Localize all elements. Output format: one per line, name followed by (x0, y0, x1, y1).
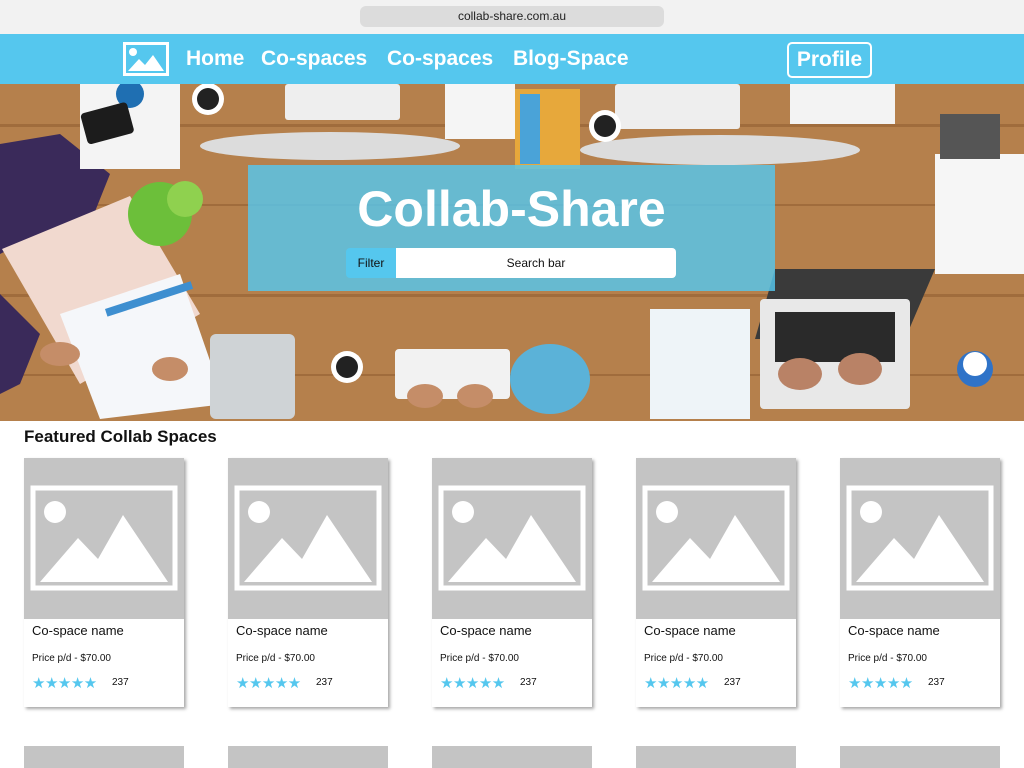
hero-title: Collab-Share (357, 181, 666, 237)
cospace-card-partial[interactable] (24, 746, 184, 768)
rating-count: 237 (316, 677, 333, 688)
cospace-image (432, 458, 592, 619)
cospace-price: Price p/d - $70.00 (32, 653, 111, 664)
rating-count: 237 (112, 677, 129, 688)
image-placeholder-icon (30, 485, 178, 591)
cospace-image (840, 458, 1000, 619)
image-placeholder-icon (846, 485, 994, 591)
cospace-card-partial[interactable] (636, 746, 796, 768)
nav-link-home[interactable]: Home (186, 34, 244, 84)
cospace-name: Co-space name (644, 623, 736, 638)
star-rating-icon: ★★★★★ (236, 675, 301, 692)
cospace-card[interactable]: Co-space name Price p/d - $70.00 ★★★★★ 2… (432, 458, 592, 707)
cospace-card[interactable]: Co-space name Price p/d - $70.00 ★★★★★ 2… (24, 458, 184, 707)
featured-section-title: Featured Collab Spaces (24, 427, 217, 446)
cospace-name: Co-space name (848, 623, 940, 638)
star-rating-icon: ★★★★★ (440, 675, 505, 692)
top-navigation: Home Co-spaces Co-spaces Blog-Space Prof… (0, 34, 1024, 84)
search-input[interactable] (396, 248, 676, 278)
cospace-card[interactable]: Co-space name Price p/d - $70.00 ★★★★★ 2… (840, 458, 1000, 707)
image-placeholder-icon (438, 485, 586, 591)
nav-link-co-spaces-2[interactable]: Co-spaces (387, 34, 493, 84)
cospace-name: Co-space name (236, 623, 328, 638)
cospace-price: Price p/d - $70.00 (848, 653, 927, 664)
cospace-image (636, 458, 796, 619)
filter-button[interactable]: Filter (346, 248, 396, 278)
star-rating-icon: ★★★★★ (644, 675, 709, 692)
cospace-card-partial[interactable] (432, 746, 592, 768)
star-rating-icon: ★★★★★ (32, 675, 97, 692)
image-placeholder-icon (234, 485, 382, 591)
cospace-name: Co-space name (32, 623, 124, 638)
cospace-card[interactable]: Co-space name Price p/d - $70.00 ★★★★★ 2… (228, 458, 388, 707)
cospace-image (228, 458, 388, 619)
rating-count: 237 (724, 677, 741, 688)
cospace-price: Price p/d - $70.00 (440, 653, 519, 664)
cospace-card-partial[interactable] (840, 746, 1000, 768)
browser-toolbar: collab-share.com.au (0, 0, 1024, 34)
hero-overlay-panel: Collab-Share Filter (248, 165, 775, 291)
cospace-card[interactable]: Co-space name Price p/d - $70.00 ★★★★★ 2… (636, 458, 796, 707)
nav-link-co-spaces[interactable]: Co-spaces (261, 34, 367, 84)
cospace-card-partial[interactable] (228, 746, 388, 768)
cospace-price: Price p/d - $70.00 (236, 653, 315, 664)
address-bar[interactable]: collab-share.com.au (360, 6, 664, 27)
rating-count: 237 (520, 677, 537, 688)
cospace-name: Co-space name (440, 623, 532, 638)
cospace-image (24, 458, 184, 619)
star-rating-icon: ★★★★★ (848, 675, 913, 692)
profile-button[interactable]: Profile (787, 42, 872, 78)
image-placeholder-icon (642, 485, 790, 591)
rating-count: 237 (928, 677, 945, 688)
nav-link-blog-space[interactable]: Blog-Space (513, 34, 629, 84)
image-placeholder-icon[interactable] (123, 42, 169, 76)
hero-banner: Collab-Share Filter (0, 84, 1024, 421)
cospace-price: Price p/d - $70.00 (644, 653, 723, 664)
